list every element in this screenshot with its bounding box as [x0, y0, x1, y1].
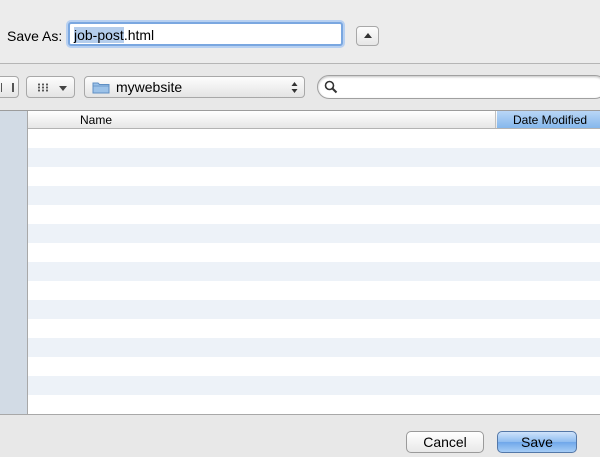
list-header: Name Date Modified [28, 111, 600, 129]
location-label: mywebsite [116, 79, 183, 95]
empty-row [28, 148, 600, 167]
empty-row [28, 338, 600, 357]
toolbar: mywebsite [0, 64, 600, 111]
empty-row [28, 357, 600, 376]
expand-dialog-button[interactable] [356, 26, 379, 46]
column-header-name-label: Name [80, 113, 113, 127]
empty-row [28, 281, 600, 300]
filename-selection: job-post [74, 27, 124, 43]
empty-row [28, 129, 600, 148]
disclosure-up-icon [364, 33, 372, 38]
search-icon [324, 80, 338, 94]
chevron-down-icon [59, 86, 67, 91]
file-list[interactable]: Name Date Modified [28, 111, 600, 414]
list-divider [0, 414, 600, 415]
folder-icon [92, 82, 110, 94]
save-as-label: Save As: [7, 28, 63, 44]
filename-extension: .html [123, 27, 155, 43]
empty-row [28, 262, 600, 281]
column-view-button[interactable] [0, 76, 19, 98]
column-header-date-label: Date Modified [513, 113, 588, 127]
empty-row [28, 186, 600, 205]
empty-row [28, 319, 600, 338]
column-header-name[interactable]: Name [28, 111, 496, 128]
column-view-icon [1, 83, 14, 92]
filename-text: job-post.html [74, 27, 154, 43]
save-as-row: Save As: job-post.html [0, 0, 600, 64]
arrange-button[interactable] [26, 76, 75, 98]
search-field[interactable] [317, 75, 600, 99]
save-button[interactable]: Save [497, 431, 577, 453]
empty-row [28, 376, 600, 395]
filename-field[interactable]: job-post.html [68, 22, 343, 46]
empty-row [28, 205, 600, 224]
empty-row [28, 167, 600, 186]
empty-row [28, 395, 600, 414]
empty-row [28, 300, 600, 319]
sidebar[interactable] [0, 111, 28, 414]
column-header-date-modified[interactable]: Date Modified [497, 111, 600, 128]
icon-grid-icon [37, 83, 49, 92]
empty-row [28, 224, 600, 243]
location-select[interactable]: mywebsite [84, 76, 305, 98]
empty-row [28, 243, 600, 262]
list-rows [28, 129, 600, 414]
up-down-arrows-icon [291, 82, 298, 93]
search-input[interactable] [342, 78, 596, 98]
cancel-button[interactable]: Cancel [406, 431, 484, 453]
